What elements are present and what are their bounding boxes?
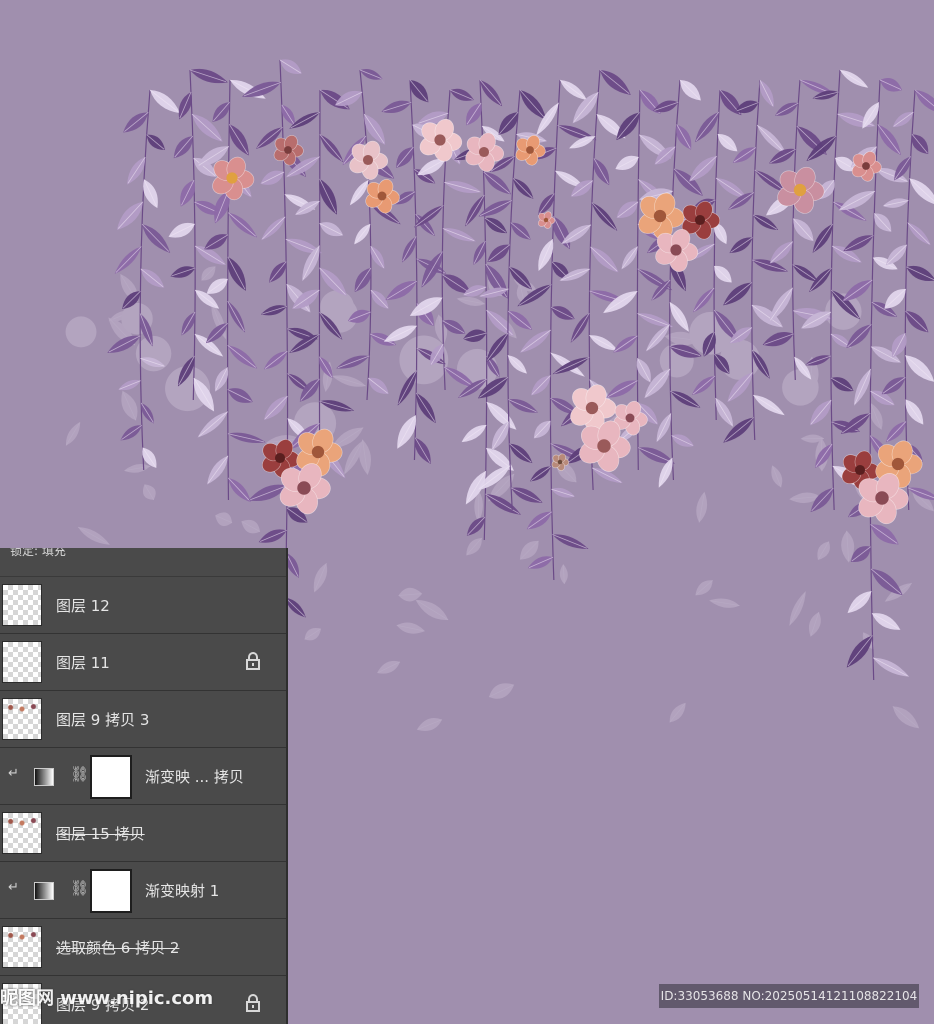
layer-name: 选取颜色 6 拷贝 2 [56,939,180,957]
ghost-blossom [782,369,819,406]
ghost-blossom [65,316,97,348]
link-chain-icon[interactable]: ⛓ [70,765,89,783]
layer-mask-thumbnail[interactable] [90,869,132,913]
layer-thumbnail[interactable] [2,641,42,683]
layer-mask-thumbnail[interactable] [90,755,132,799]
layer-name: 渐变映 ... 拷贝 [145,768,244,786]
gradient-map-icon [34,768,54,786]
layer-name: 图层 11 [56,654,110,672]
link-chain-icon[interactable]: ⛓ [70,879,89,897]
layer-name: 图层 9 拷贝 3 [56,711,150,729]
layer-row[interactable]: 图层 11 [0,634,286,691]
layer-row[interactable]: 图层 12 [0,577,286,634]
toolbar-fragment: 锁定: 填充 [10,548,66,558]
layer-row[interactable]: ↵ ⛓ 渐变映射 1 [0,862,286,919]
layer-row[interactable]: ↵ ⛓ 渐变映 ... 拷贝 [0,748,286,805]
layer-row[interactable]: 图层 9 拷贝 3 [0,691,286,748]
site-watermark: 昵图网 www.nipic.com [0,988,214,1009]
lock-icon [246,652,260,670]
layers-panel: 锁定: 填充 图层 12 图层 11 图层 9 拷贝 3 ↵ ⛓ 渐变映 ... 拷贝 图层… [0,548,288,1024]
layer-row[interactable]: 图层 15 拷贝 [0,805,286,862]
layer-name: 渐变映射 1 [145,882,220,900]
clipping-arrow-icon: ↵ [8,766,19,781]
image-id-bar: ID:33053688 NO:20250514121108822104 [659,984,919,1008]
layer-name: 图层 15 拷贝 [56,825,145,843]
layer-name: 图层 12 [56,597,110,615]
clipping-arrow-icon: ↵ [8,880,19,895]
layer-list: 图层 12 图层 11 图层 9 拷贝 3 ↵ ⛓ 渐变映 ... 拷贝图层 15 拷贝 ↵… [0,577,286,1024]
layer-thumbnail[interactable] [2,698,42,740]
lock-icon [246,994,260,1012]
layer-thumbnail[interactable] [2,812,42,854]
layer-thumbnail[interactable] [2,584,42,626]
layer-thumbnail[interactable] [2,926,42,968]
layers-panel-toolbar[interactable]: 锁定: 填充 [0,548,286,577]
layer-row[interactable]: 选取颜色 6 拷贝 2 [0,919,286,976]
gradient-map-icon [34,882,54,900]
